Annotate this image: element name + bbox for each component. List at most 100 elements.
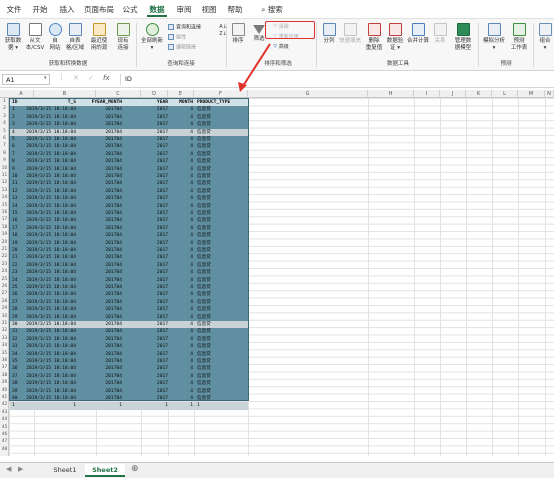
- properties-button[interactable]: 属性: [168, 34, 186, 42]
- row-header[interactable]: 6: [0, 135, 9, 142]
- row-header[interactable]: 26: [0, 283, 9, 290]
- column-header-G[interactable]: G: [248, 90, 368, 98]
- name-box-dropdown-icon[interactable]: ▾: [44, 75, 47, 81]
- row-header[interactable]: 10: [0, 165, 9, 172]
- column-header-B[interactable]: B: [34, 90, 96, 98]
- row-header[interactable]: 30: [0, 313, 9, 320]
- relationships-button[interactable]: 关系: [431, 23, 449, 45]
- row-header[interactable]: 32: [0, 327, 9, 334]
- table-header-row[interactable]: ID T_S FYEAR_MONTH YEAR MONTH PRODUCT_TYPE: [10, 99, 248, 107]
- table-row[interactable]: 28 2019/3/15 18:18:04 201704 2017 4 信息贷: [10, 306, 248, 313]
- from-web-button[interactable]: 自 网站: [47, 23, 63, 51]
- table-row[interactable]: 5 2019/3/15 18:18:04 201704 2017 4 信息贷: [10, 136, 248, 143]
- row-header[interactable]: 16: [0, 209, 9, 216]
- row-header[interactable]: 38: [0, 372, 9, 379]
- table-row[interactable]: 26 2019/3/15 18:18:04 201704 2017 4 信息贷: [10, 291, 248, 298]
- table-row[interactable]: 34 2019/3/15 18:18:04 201704 2017 4 信息贷: [10, 351, 248, 358]
- row-header[interactable]: 44: [0, 416, 9, 423]
- add-sheet-icon[interactable]: ⊕: [131, 464, 139, 474]
- existing-connections-button[interactable]: 现有 连接: [113, 23, 133, 51]
- flash-fill-button[interactable]: 快速填充: [339, 23, 361, 45]
- table-row[interactable]: 9 2019/3/15 18:18:04 201704 2017 4 信息贷: [10, 166, 248, 173]
- menu-tab-0[interactable]: 文件: [4, 3, 24, 17]
- table-row[interactable]: 27 2019/3/15 18:18:04 201704 2017 4 信息贷: [10, 299, 248, 306]
- row-header[interactable]: 25: [0, 276, 9, 283]
- table-row[interactable]: 13 2019/3/15 18:18:04 201704 2017 4 信息贷: [10, 195, 248, 202]
- table-row[interactable]: 38 2019/3/15 18:18:04 201704 2017 4 信息贷: [10, 380, 248, 387]
- row-header[interactable]: 27: [0, 290, 9, 297]
- row-header[interactable]: 37: [0, 364, 9, 371]
- table-row[interactable]: 16 2019/3/15 18:18:04 201704 2017 4 信息贷: [10, 217, 248, 224]
- sheet-tab-sheet2[interactable]: Sheet2: [85, 464, 125, 477]
- sort-asc-button[interactable]: A↓ Z↓: [218, 24, 228, 38]
- table-row[interactable]: 3 2019/3/15 18:18:04 201704 2017 4 信息贷: [10, 121, 248, 128]
- row-header[interactable]: 19: [0, 231, 9, 238]
- table-row[interactable]: 23 2019/3/15 18:18:04 201704 2017 4 信息贷: [10, 269, 248, 276]
- enter-icon[interactable]: ✓: [88, 74, 94, 82]
- row-header[interactable]: 45: [0, 424, 9, 431]
- table-row[interactable]: 15 2019/3/15 18:18:04 201704 2017 4 信息贷: [10, 210, 248, 217]
- table-row[interactable]: 2 2019/3/15 18:18:04 201704 2017 4 信息贷: [10, 114, 248, 121]
- row-header[interactable]: 12: [0, 179, 9, 186]
- row-header[interactable]: 17: [0, 216, 9, 223]
- menu-tab-3[interactable]: 页面布局: [83, 3, 115, 17]
- table-row[interactable]: 12 2019/3/15 18:18:04 201704 2017 4 信息贷: [10, 188, 248, 195]
- data-table[interactable]: ID T_S FYEAR_MONTH YEAR MONTH PRODUCT_TYPE 1 20…: [9, 98, 249, 410]
- row-header[interactable]: 11: [0, 172, 9, 179]
- group-outline-button[interactable]: 组合 ▾: [536, 23, 554, 51]
- recent-sources-button[interactable]: 最近使 用的源: [88, 23, 110, 51]
- row-header[interactable]: 9: [0, 157, 9, 164]
- table-row[interactable]: 30 2019/3/15 18:18:04 201704 2017 4 信息贷: [10, 321, 248, 329]
- get-data-button[interactable]: 获取数 据 ▾: [3, 23, 23, 51]
- table-row[interactable]: 31 2019/3/15 18:18:04 201704 2017 4 信息贷: [10, 328, 248, 335]
- row-header[interactable]: 1: [0, 98, 9, 105]
- table-row[interactable]: 36 2019/3/15 18:18:04 201704 2017 4 信息贷: [10, 365, 248, 372]
- row-header[interactable]: 14: [0, 194, 9, 201]
- row-header[interactable]: 8: [0, 150, 9, 157]
- advanced-filter-button[interactable]: ⛛ 高级: [273, 44, 289, 51]
- manage-data-model-button[interactable]: 管理数 据模型: [451, 23, 475, 51]
- column-header-H[interactable]: H: [368, 90, 414, 98]
- row-header[interactable]: 33: [0, 335, 9, 342]
- row-header[interactable]: 20: [0, 239, 9, 246]
- table-row[interactable]: 29 2019/3/15 18:18:04 201704 2017 4 信息贷: [10, 314, 248, 321]
- table-row[interactable]: 8 2019/3/15 18:18:04 201704 2017 4 信息贷: [10, 158, 248, 165]
- queries-connections-button[interactable]: 查询和连接: [168, 24, 201, 32]
- row-header[interactable]: 29: [0, 305, 9, 312]
- column-header-A[interactable]: A: [9, 90, 34, 98]
- menu-tab-5[interactable]: 数据: [147, 3, 167, 17]
- row-header[interactable]: 7: [0, 142, 9, 149]
- table-row[interactable]: 25 2019/3/15 18:18:04 201704 2017 4 信息贷: [10, 284, 248, 291]
- name-box[interactable]: A1: [2, 74, 50, 85]
- table-row[interactable]: 39 2019/3/15 18:18:04 201704 2017 4 信息贷: [10, 388, 248, 395]
- from-table-button[interactable]: 自表 格/区域: [64, 23, 86, 51]
- column-header-M[interactable]: M: [518, 90, 545, 98]
- menu-tab-2[interactable]: 插入: [57, 3, 77, 17]
- search-box[interactable]: ⌕ 搜索: [255, 3, 289, 17]
- row-header[interactable]: 39: [0, 379, 9, 386]
- column-header-L[interactable]: L: [492, 90, 518, 98]
- row-header[interactable]: 22: [0, 253, 9, 260]
- consolidate-button[interactable]: 合并计算: [406, 23, 430, 45]
- next-sheet-icon[interactable]: ▶: [18, 465, 23, 473]
- row-header[interactable]: 36: [0, 357, 9, 364]
- table-row[interactable]: 17 2019/3/15 18:18:04 201704 2017 4 信息贷: [10, 225, 248, 232]
- row-header[interactable]: 15: [0, 202, 9, 209]
- column-header-K[interactable]: K: [466, 90, 492, 98]
- sheet-tab-sheet1[interactable]: Sheet1: [45, 464, 85, 477]
- table-row[interactable]: 11 2019/3/15 18:18:04 201704 2017 4 信息贷: [10, 180, 248, 187]
- table-row[interactable]: 21 2019/3/15 18:18:04 201704 2017 4 信息贷: [10, 254, 248, 261]
- sort-button[interactable]: 排序: [230, 23, 246, 45]
- row-header[interactable]: 31: [0, 320, 9, 327]
- menu-tab-4[interactable]: 公式: [120, 3, 140, 17]
- row-header[interactable]: 48: [0, 446, 9, 453]
- menu-tab-6[interactable]: 审阅: [174, 3, 194, 17]
- row-header[interactable]: 35: [0, 350, 9, 357]
- row-header[interactable]: 24: [0, 268, 9, 275]
- table-row[interactable]: 37 2019/3/15 18:18:04 201704 2017 4 信息贷: [10, 373, 248, 380]
- insert-function-icon[interactable]: fx: [103, 74, 110, 82]
- row-header[interactable]: 46: [0, 431, 9, 438]
- menu-tab-1[interactable]: 开始: [30, 3, 50, 17]
- menu-tab-7[interactable]: 视图: [199, 3, 219, 17]
- table-row[interactable]: 1 2019/3/15 18:18:04 201704 2017 4 信息贷: [10, 106, 248, 113]
